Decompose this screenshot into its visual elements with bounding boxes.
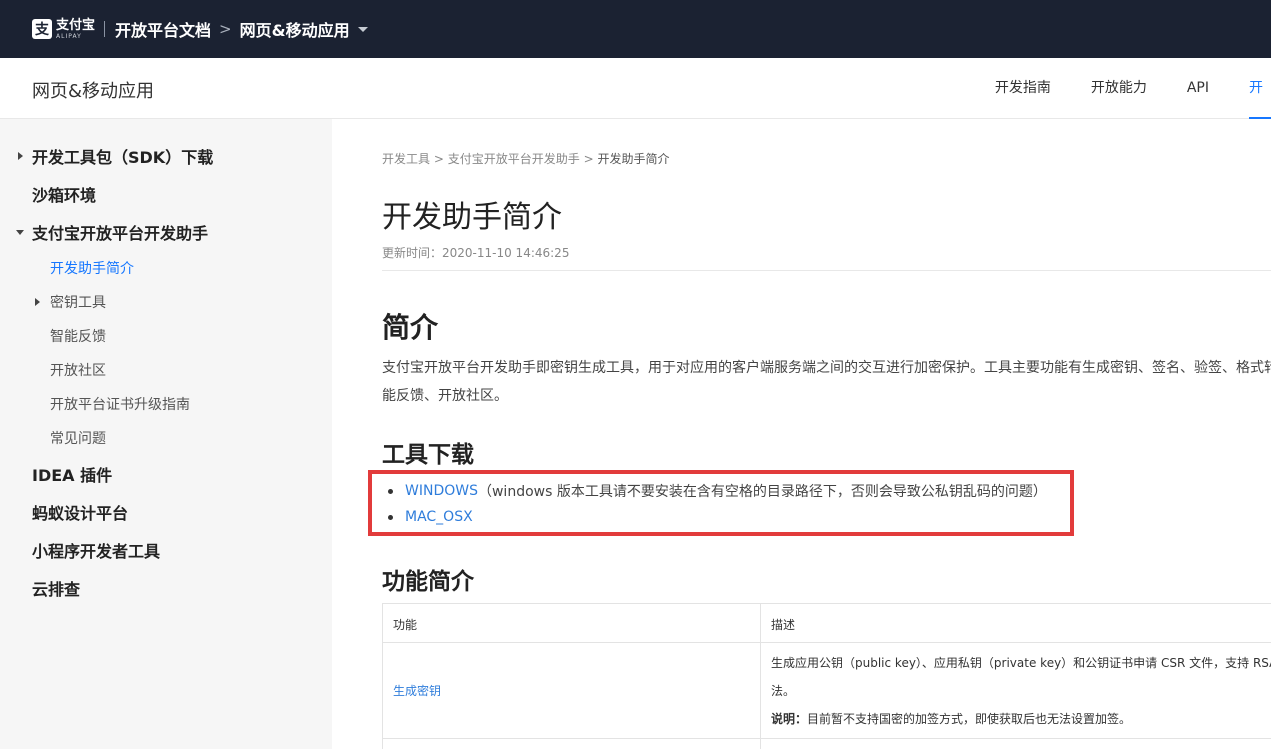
updated-time: 更新时间：2020-11-10 14:46:25: [382, 246, 570, 260]
product-switcher[interactable]: 网页&移动应用: [240, 17, 350, 41]
breadcrumb-separator: >: [583, 152, 594, 166]
table-row: 生成密钥 生成应用公钥（public key）、应用私钥（private key…: [382, 643, 1271, 739]
sidebar-item-label: 开放平台证书升级指南: [50, 397, 190, 413]
page-title: 开发助手简介: [382, 200, 562, 235]
sidebar-item-label: 常见问题: [50, 431, 106, 447]
docs-home-link[interactable]: 开放平台文档: [115, 17, 211, 41]
mac-download-link[interactable]: MAC_OSX: [405, 509, 473, 525]
sidebar-item-cloud-debug[interactable]: 云排查: [32, 576, 80, 600]
top-header: 支 支付宝 ALIPAY 开放平台文档 > 网页&移动应用: [0, 0, 1271, 58]
sidebar-item-community[interactable]: 开放社区: [50, 360, 106, 380]
sidebar-item-label: 开放社区: [50, 363, 106, 379]
table-cell: [382, 739, 760, 749]
sidebar-item-cert-upgrade[interactable]: 开放平台证书升级指南: [50, 394, 190, 414]
table-cell: 生成应用公钥（public key）、应用私钥（private key）和公钥证…: [760, 643, 1271, 738]
intro-text-line: 支付宝开放平台开发助手即密钥生成工具，用于对应用的客户端服务端之间的交互进行加密…: [382, 360, 1271, 376]
table-cell: [760, 739, 1271, 749]
breadcrumb: 开发工具 > 支付宝开放平台开发助手 > 开发助手简介: [382, 150, 669, 167]
note-label: 说明：: [771, 712, 808, 726]
windows-download-note: （windows 版本工具请不要安装在含有空格的目录路径下，否则会导致公私钥乱码…: [477, 484, 1047, 500]
caret-right-icon: [18, 152, 23, 160]
note-text: 目前暂不支持国密的加签方式，即使获取后也无法设置加签。: [807, 712, 1132, 726]
table-header-cell: 功能: [382, 604, 760, 642]
nav-api[interactable]: API: [1187, 58, 1209, 119]
sidebar-item-assistant-intro[interactable]: 开发助手简介: [50, 258, 134, 278]
alipay-logo-icon: 支: [32, 19, 52, 39]
windows-download-link[interactable]: WINDOWS: [405, 483, 478, 499]
logo-divider: [104, 21, 106, 37]
breadcrumb-dev-tools[interactable]: 开发工具: [382, 152, 430, 166]
breadcrumb-dev-assistant[interactable]: 支付宝开放平台开发助手: [448, 152, 580, 166]
sidebar-item-label: 开发助手简介: [50, 261, 134, 277]
section-header: 网页&移动应用 开发指南 开放能力 API 开: [0, 58, 1271, 119]
table-row: [382, 739, 1271, 749]
sidebar-item-label: 蚂蚁设计平台: [32, 504, 129, 523]
sidebar-item-label: 沙箱环境: [32, 186, 97, 205]
sidebar-item-label: 支付宝开放平台开发助手: [32, 224, 209, 243]
logo-text-en: ALIPAY: [56, 32, 82, 40]
table-cell: 生成密钥: [382, 643, 760, 738]
features-heading: 功能简介: [382, 569, 474, 595]
sidebar-item-feedback[interactable]: 智能反馈: [50, 326, 106, 346]
download-item-mac: MAC_OSX: [388, 509, 473, 525]
header-feature: 功能: [393, 618, 418, 632]
breadcrumb-separator: >: [433, 152, 444, 166]
sidebar-item-miniprogram-ide[interactable]: 小程序开发者工具: [32, 538, 160, 562]
nav-dev-tools[interactable]: 开: [1249, 58, 1271, 119]
sidebar-item-sdk-download[interactable]: 开发工具包（SDK）下载: [18, 144, 213, 168]
feature-desc-line: 生成应用公钥（public key）、应用私钥（private key）和公钥证…: [771, 656, 1271, 670]
chevron-down-icon[interactable]: [357, 26, 368, 32]
alipay-logo[interactable]: 支 支付宝 ALIPAY: [32, 18, 95, 40]
download-item-windows: WINDOWS （windows 版本工具请不要安装在含有空格的目录路径下，否则…: [388, 481, 1047, 501]
highlight-box: [368, 470, 1074, 536]
sidebar-item-faq[interactable]: 常见问题: [50, 428, 106, 448]
sidebar-item-ant-design[interactable]: 蚂蚁设计平台: [32, 500, 128, 524]
main-content: 开发工具 > 支付宝开放平台开发助手 > 开发助手简介 开发助手简介 更新时间：…: [332, 119, 1271, 749]
intro-text-line: 能反馈、开放社区。: [382, 388, 508, 404]
header-description: 描述: [771, 618, 796, 632]
breadcrumb-current: 开发助手简介: [597, 152, 670, 166]
feature-generate-key-link[interactable]: 生成密钥: [393, 682, 441, 699]
sidebar-item-label: 开发工具包（SDK）下载: [32, 148, 214, 167]
sidebar-item-label: 密钥工具: [50, 295, 106, 311]
feature-desc-line: 法。: [771, 684, 796, 698]
bullet-icon: [388, 514, 393, 520]
table-header-row: 功能 描述: [382, 604, 1271, 643]
caret-down-icon: [16, 229, 24, 235]
sidebar-item-dev-assistant[interactable]: 支付宝开放平台开发助手: [16, 220, 208, 244]
intro-heading: 简介: [382, 311, 439, 344]
sidebar-item-idea-plugin[interactable]: IDEA 插件: [32, 462, 112, 486]
download-heading: 工具下载: [382, 442, 474, 468]
bullet-icon: [388, 488, 393, 494]
sidebar-item-sandbox[interactable]: 沙箱环境: [32, 182, 96, 206]
nav-dev-guide[interactable]: 开发指南: [995, 58, 1051, 119]
table-header-cell: 描述: [760, 604, 1271, 642]
sidebar-item-label: 智能反馈: [50, 329, 106, 345]
sidebar-item-label: IDEA 插件: [32, 466, 113, 485]
section-title: 网页&移动应用: [32, 81, 155, 102]
caret-right-icon: [35, 298, 40, 306]
sidebar-item-label: 小程序开发者工具: [32, 542, 161, 561]
features-table: 功能 描述 生成密钥 生成应用公钥（public key）、应用私钥（priva…: [382, 603, 1271, 749]
title-divider: [382, 270, 1271, 271]
sidebar: 开发工具包（SDK）下载 沙箱环境 支付宝开放平台开发助手 开发助手简介 密钥工…: [0, 119, 332, 749]
section-nav: 开发指南 开放能力 API 开: [995, 58, 1271, 119]
logo-text-cn: 支付宝: [56, 17, 96, 33]
sidebar-item-key-tools[interactable]: 密钥工具: [35, 292, 106, 312]
intro-paragraph: 支付宝开放平台开发助手即密钥生成工具，用于对应用的客户端服务端之间的交互进行加密…: [382, 354, 1271, 410]
feature-desc-note: 说明：目前暂不支持国密的加签方式，即使获取后也无法设置加签。: [771, 710, 1131, 727]
chevron-right-icon: >: [219, 20, 232, 38]
nav-capabilities[interactable]: 开放能力: [1091, 58, 1147, 119]
sidebar-item-label: 云排查: [32, 580, 81, 599]
